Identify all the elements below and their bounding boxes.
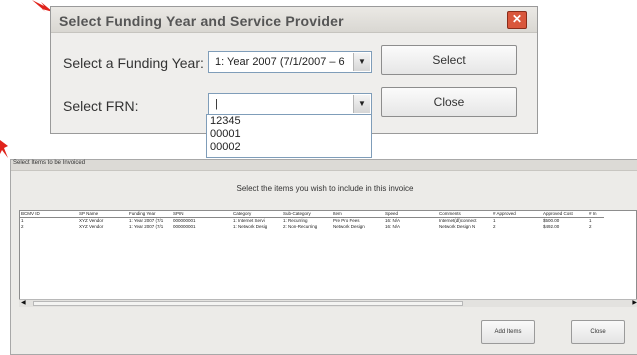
close-button[interactable]: Close [381,87,517,117]
funding-year-value: 1: Year 2007 (7/1/2007 – 6 [215,56,345,68]
items-grid[interactable]: BCMV ID SP Name Funding Year SPIN Catego… [19,210,637,300]
table-cell: XYZ Vendor [79,224,104,229]
table-cell: 1: Year 2007 (7/1 [129,224,164,229]
table-cell: 2: Non-Recurring [283,224,318,229]
table-row[interactable]: 2 XYZ Vendor 1: Year 2007 (7/1 000000001… [20,224,604,230]
frn-label: Select FRN: [63,98,139,114]
funding-year-select[interactable]: 1: Year 2007 (7/1/2007 – 6 ▼ [208,51,372,73]
invoice-items-dialog: Select Items to be Invoiced Select the i… [10,159,637,355]
chevron-down-icon[interactable]: ▼ [353,53,370,71]
instruction-text: Select the items you wish to include in … [236,184,414,193]
dialog-title: Select Items to be Invoiced [13,160,86,166]
frn-option[interactable]: 12345 [207,115,371,128]
red-arrow-icon [0,140,8,158]
frn-option[interactable]: 00002 [207,141,371,154]
frn-option[interactable]: 00001 [207,128,371,141]
chevron-down-icon[interactable]: ▼ [353,95,370,113]
dialog-titlebar: Select Items to be Invoiced [11,160,637,171]
select-button[interactable]: Select [381,45,517,75]
scroll-right-icon[interactable]: ▶ [632,300,637,307]
close-button[interactable]: Close [571,320,625,344]
table-cell: Network Design [333,224,365,229]
scroll-left-icon[interactable]: ◀ [21,300,26,307]
table-cell: 2 [493,224,496,229]
dialog-titlebar: Select Funding Year and Service Provider… [51,7,537,33]
add-items-button[interactable]: Add Items [481,320,535,344]
table-cell: Network Design N [439,224,476,229]
table-cell: $492.00 [543,224,560,229]
table-cell: 000000001 [173,224,196,229]
frn-value: | [215,98,218,110]
table-cell: 2 [21,224,24,229]
table-cell: 1: Network Desig [233,224,268,229]
scrollbar-thumb[interactable] [33,301,463,306]
frn-select[interactable]: | ▼ [208,93,372,115]
dialog-title: Select Funding Year and Service Provider [59,13,344,29]
table-cell: 2 [589,224,592,229]
horizontal-scrollbar[interactable]: ◀ ▶ [19,299,637,307]
close-icon[interactable]: ✕ [507,11,527,29]
funding-year-label: Select a Funding Year: [63,55,204,71]
frn-dropdown-list: 12345 00001 00002 [206,114,372,158]
items-table: BCMV ID SP Name Funding Year SPIN Catego… [20,211,604,230]
table-cell: 16: N/A [385,224,401,229]
